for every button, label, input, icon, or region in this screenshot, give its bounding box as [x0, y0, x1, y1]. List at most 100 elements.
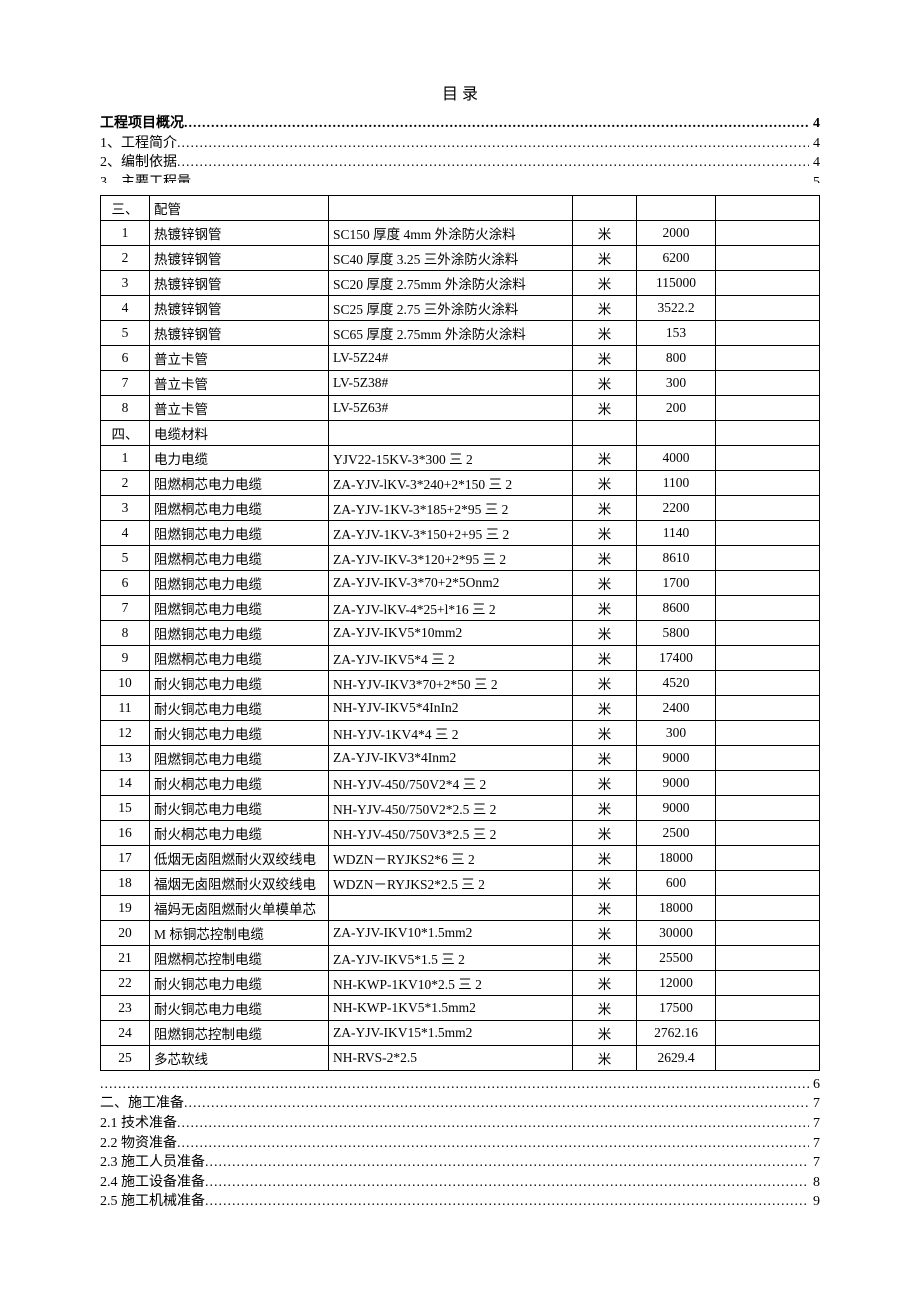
table-row: 1热镀锌钢管SC150 厚度 4mm 外涂防火涂料米2000: [101, 220, 820, 245]
table-cell: 米: [573, 495, 637, 520]
table-cell: 米: [573, 270, 637, 295]
table-row: 三、配管: [101, 195, 820, 220]
table-cell: [716, 620, 820, 645]
table-cell: [716, 970, 820, 995]
table-row: 13阻燃铜芯电力电缆ZA-YJV-IKV3*4Inm2米9000: [101, 745, 820, 770]
table-cell: 25500: [637, 945, 716, 970]
table-cell: 米: [573, 695, 637, 720]
toc-page: 7: [809, 1094, 820, 1114]
table-cell: 2400: [637, 695, 716, 720]
toc-label: 1、工程简介: [100, 134, 177, 154]
table-cell: 米: [573, 720, 637, 745]
table-cell: [329, 195, 573, 220]
table-cell: [716, 845, 820, 870]
table-cell: 米: [573, 1020, 637, 1045]
toc-page: 8: [809, 1173, 820, 1193]
table-cell: 阻燃桐芯电力电缆: [150, 645, 329, 670]
table-row: 11耐火铜芯电力电缆NH-YJV-IKV5*4InIn2米2400: [101, 695, 820, 720]
table-cell: 米: [573, 295, 637, 320]
table-cell: 米: [573, 220, 637, 245]
table-cell: 115000: [637, 270, 716, 295]
table-cell: [573, 195, 637, 220]
toc-page: 4: [809, 134, 820, 154]
table-cell: [716, 670, 820, 695]
toc-dots: [177, 153, 809, 173]
table-row: 25多芯软线NH-RVS-2*2.5米2629.4: [101, 1045, 820, 1070]
table-cell: 1100: [637, 470, 716, 495]
table-cell: 米: [573, 320, 637, 345]
table-cell: 热镀锌钢管: [150, 245, 329, 270]
table-row: 15耐火铜芯电力电缆NH-YJV-450/750V2*2.5 三 2米9000: [101, 795, 820, 820]
table-cell: NH-YJV-1KV4*4 三 2: [329, 720, 573, 745]
table-cell: NH-YJV-450/750V3*2.5 三 2: [329, 820, 573, 845]
table-cell: 电缆材料: [150, 420, 329, 445]
toc-label: 2.3 施工人员准备: [100, 1153, 205, 1173]
table-cell: 9000: [637, 795, 716, 820]
table-cell: 5: [101, 545, 150, 570]
table-cell: NH-YJV-450/750V2*4 三 2: [329, 770, 573, 795]
table-row: 5阻燃桐芯电力电缆ZA-YJV-IKV-3*120+2*95 三 2米8610: [101, 545, 820, 570]
table-cell: 4: [101, 295, 150, 320]
table-cell: ZA-YJV-IKV15*1.5mm2: [329, 1020, 573, 1045]
table-cell: 17500: [637, 995, 716, 1020]
table-cell: ZA-YJV-IKV5*10mm2: [329, 620, 573, 645]
table-cell: 多芯软线: [150, 1045, 329, 1070]
table-row: 10耐火铜芯电力电缆NH-YJV-IKV3*70+2*50 三 2米4520: [101, 670, 820, 695]
table-cell: 米: [573, 620, 637, 645]
table-cell: ZA-YJV-IKV5*1.5 三 2: [329, 945, 573, 970]
table-cell: 6200: [637, 245, 716, 270]
table-cell: ZA-YJV-lKV-4*25+l*16 三 2: [329, 595, 573, 620]
toc-dots: [184, 1094, 809, 1114]
table-cell: [637, 420, 716, 445]
table-cell: 阻燃桐芯电力电缆: [150, 495, 329, 520]
table-row: 12耐火铜芯电力电缆NH-YJV-1KV4*4 三 2米300: [101, 720, 820, 745]
table-cell: 22: [101, 970, 150, 995]
table-cell: 热镀锌钢管: [150, 295, 329, 320]
table-cell: [716, 1045, 820, 1070]
table-cell: 8: [101, 395, 150, 420]
table-cell: 18: [101, 870, 150, 895]
table-cell: M 标铜芯控制电缆: [150, 920, 329, 945]
table-cell: [716, 770, 820, 795]
toc-line: 2、编制依据4: [100, 153, 820, 173]
table-cell: [716, 345, 820, 370]
table-row: 23耐火铜芯电力电缆NH-KWP-1KV5*1.5mm2米17500: [101, 995, 820, 1020]
table-cell: 米: [573, 745, 637, 770]
toc-top: 工程项目概况41、工程简介42、编制依据43、主要工程量5: [100, 114, 820, 183]
table-cell: 5: [101, 320, 150, 345]
table-cell: 1700: [637, 570, 716, 595]
table-cell: [716, 220, 820, 245]
table-cell: 25: [101, 1045, 150, 1070]
table-cell: 4520: [637, 670, 716, 695]
table-cell: [716, 395, 820, 420]
table-cell: 耐火桐芯电力电缆: [150, 820, 329, 845]
table-cell: 耐火铜芯电力电缆: [150, 695, 329, 720]
table-cell: ZA-YJV-lKV-3*240+2*150 三 2: [329, 470, 573, 495]
table-cell: [716, 995, 820, 1020]
toc-line: 6: [100, 1075, 820, 1095]
table-cell: 2629.4: [637, 1045, 716, 1070]
table-cell: [716, 1020, 820, 1045]
table-cell: 4000: [637, 445, 716, 470]
table-cell: 6: [101, 345, 150, 370]
table-cell: [716, 270, 820, 295]
table-cell: 4: [101, 520, 150, 545]
table-row: 3阻燃桐芯电力电缆ZA-YJV-1KV-3*185+2*95 三 2米2200: [101, 495, 820, 520]
table-cell: 2000: [637, 220, 716, 245]
table-row: 19福妈无卤阻燃耐火单模单芯米18000: [101, 895, 820, 920]
table-cell: 2: [101, 470, 150, 495]
table-cell: LV-5Z38#: [329, 370, 573, 395]
table-cell: 300: [637, 720, 716, 745]
table-cell: [716, 520, 820, 545]
table-cell: 热镀锌钢管: [150, 320, 329, 345]
table-cell: 14: [101, 770, 150, 795]
table-cell: [716, 645, 820, 670]
table-row: 2阻燃桐芯电力电缆ZA-YJV-lKV-3*240+2*150 三 2米1100: [101, 470, 820, 495]
toc-line: 2.4 施工设备准备8: [100, 1173, 820, 1193]
table-cell: [573, 420, 637, 445]
table-cell: 米: [573, 345, 637, 370]
table-cell: 6: [101, 570, 150, 595]
table-cell: ZA-YJV-IKV10*1.5mm2: [329, 920, 573, 945]
table-cell: NH-YJV-IKV5*4InIn2: [329, 695, 573, 720]
toc-page: 4: [809, 114, 820, 134]
